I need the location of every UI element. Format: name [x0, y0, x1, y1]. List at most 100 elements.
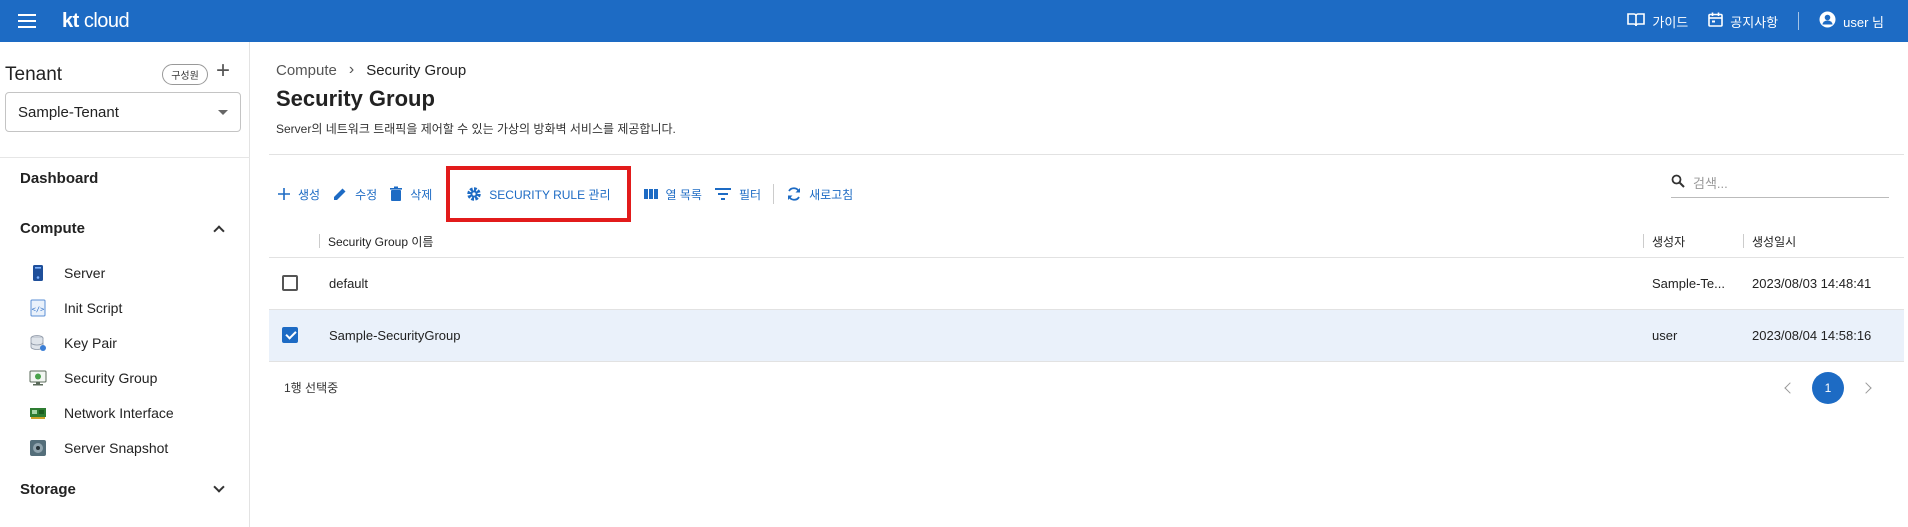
column-header-label: 생성일시 — [1752, 234, 1797, 249]
column-header-label: 생성자 — [1652, 234, 1686, 249]
sidebar-section-storage[interactable]: Storage — [20, 481, 76, 498]
sidebar-section-compute[interactable]: Compute — [20, 220, 85, 237]
cell-name: Sample-SecurityGroup — [329, 328, 461, 343]
header-divider — [1798, 12, 1800, 30]
cell-created: 2023/08/03 14:48:41 — [1752, 276, 1872, 291]
cell-created: 2023/08/04 14:58:16 — [1752, 328, 1872, 343]
chevron-down-icon[interactable] — [213, 481, 225, 493]
pagination: 1 — [1784, 372, 1872, 404]
table-row[interactable]: Sample-SecurityGroup user 2023/08/04 14:… — [269, 310, 1904, 362]
tenant-title: Tenant — [5, 64, 63, 85]
page-number-button[interactable]: 1 — [1812, 372, 1844, 404]
column-header-creator[interactable]: 생성자 — [1643, 233, 1685, 249]
main-content: Compute › Security Group Security Group … — [251, 42, 1908, 527]
column-header-name[interactable]: Security Group 이름 — [319, 233, 433, 249]
dropdown-caret-icon — [218, 110, 228, 115]
cell-name: default — [329, 276, 369, 291]
script-icon: </> — [28, 299, 48, 317]
cell-creator: user — [1652, 328, 1678, 343]
security-group-table: Security Group 이름 생성자 생성일시 default Sampl… — [269, 226, 1904, 362]
notice-label: 공지사항 — [1730, 14, 1779, 30]
pencil-icon — [332, 186, 348, 202]
account-circle-icon — [1819, 11, 1836, 31]
table-header: Security Group 이름 생성자 생성일시 — [269, 226, 1904, 258]
toolbar: 생성 수정 삭제 SECURITY RULE 관리 열 목록 필터 새로고침 — [271, 166, 859, 222]
sidebar-item-label: Server — [64, 265, 106, 281]
security-rule-label: SECURITY RULE 관리 — [489, 187, 611, 202]
sidebar-item-label: Server Snapshot — [64, 440, 169, 456]
key-pair-icon — [28, 334, 48, 352]
hamburger-menu-icon[interactable] — [18, 12, 42, 30]
chevron-right-icon: › — [348, 61, 355, 78]
refresh-label: 새로고침 — [809, 187, 854, 202]
row-checkbox-checked[interactable] — [282, 327, 298, 343]
toolbar-divider — [773, 184, 775, 204]
add-tenant-icon[interactable]: + — [216, 59, 230, 83]
trash-icon — [389, 186, 403, 202]
column-header-label: Security Group 이름 — [328, 234, 434, 249]
refresh-button[interactable]: 새로고침 — [780, 178, 859, 210]
table-row[interactable]: default Sample-Te... 2023/08/03 14:48:41 — [269, 258, 1904, 310]
sidebar: Tenant 구성원 + Sample-Tenant Dashboard Com… — [0, 42, 250, 527]
gear-icon — [466, 186, 482, 202]
chevron-up-icon[interactable] — [213, 225, 225, 237]
columns-button[interactable]: 열 목록 — [637, 178, 708, 210]
kt-cloud-logo[interactable]: kt cloud — [62, 9, 130, 33]
edit-label: 수정 — [355, 187, 378, 202]
filter-icon — [714, 187, 732, 201]
column-header-created[interactable]: 생성일시 — [1743, 233, 1796, 249]
search-input[interactable] — [1693, 176, 1873, 191]
security-group-icon — [28, 369, 48, 387]
sidebar-divider — [0, 157, 250, 158]
calendar-icon — [1708, 12, 1724, 30]
plus-icon — [277, 187, 291, 201]
user-menu[interactable]: user 님 — [1819, 11, 1884, 31]
sidebar-item-label: Network Interface — [64, 405, 174, 421]
sidebar-item-key-pair[interactable]: Key Pair — [28, 330, 238, 356]
sidebar-item-dashboard[interactable]: Dashboard — [20, 170, 98, 187]
book-icon — [1627, 12, 1646, 30]
security-rule-highlight-box: SECURITY RULE 관리 — [446, 166, 631, 222]
selection-count: 1행 선택중 — [284, 381, 339, 395]
logo-kt: kt — [62, 9, 79, 32]
guide-link[interactable]: 가이드 — [1627, 12, 1688, 31]
search-box — [1671, 170, 1889, 198]
sidebar-item-init-script[interactable]: </> Init Script — [28, 295, 238, 321]
refresh-icon — [786, 186, 802, 202]
page-title: Security Group — [276, 86, 435, 111]
breadcrumb: Compute › Security Group — [276, 61, 466, 79]
page-description: Server의 네트워크 트래픽을 제어할 수 있는 가상의 방화벽 서비스를 … — [276, 122, 676, 136]
edit-button[interactable]: 수정 — [326, 178, 383, 210]
cell-creator: Sample-Te... — [1652, 276, 1725, 291]
snapshot-icon — [28, 439, 48, 457]
delete-button[interactable]: 삭제 — [383, 178, 438, 210]
sidebar-item-server[interactable]: Server — [28, 260, 238, 286]
sidebar-item-security-group[interactable]: Security Group — [28, 365, 238, 391]
delete-label: 삭제 — [410, 187, 433, 202]
guide-label: 가이드 — [1652, 14, 1689, 30]
filter-label: 필터 — [738, 187, 762, 202]
sidebar-item-label: Security Group — [64, 370, 158, 386]
header-divider-line — [269, 154, 1904, 155]
top-app-bar: kt cloud 가이드 공지사항 user 님 — [0, 0, 1908, 42]
breadcrumb-security-group: Security Group — [366, 61, 467, 79]
user-name: user 님 — [1843, 14, 1884, 30]
sidebar-item-network-interface[interactable]: Network Interface — [28, 400, 238, 426]
logo-cloud: cloud — [83, 9, 130, 32]
security-rule-manage-button[interactable]: SECURITY RULE 관리 — [460, 178, 616, 210]
tenant-select[interactable]: Sample-Tenant — [5, 92, 241, 132]
chevron-right-page-icon[interactable] — [1860, 382, 1872, 394]
row-checkbox[interactable] — [282, 275, 298, 291]
sidebar-item-server-snapshot[interactable]: Server Snapshot — [28, 435, 238, 461]
tenant-selected-value: Sample-Tenant — [18, 103, 119, 121]
chevron-left-icon[interactable] — [1784, 382, 1796, 394]
breadcrumb-compute[interactable]: Compute — [276, 62, 337, 79]
svg-text:</>: </> — [32, 306, 45, 314]
notice-link[interactable]: 공지사항 — [1708, 12, 1778, 31]
member-button[interactable]: 구성원 — [162, 64, 208, 85]
network-interface-icon — [28, 404, 48, 422]
sidebar-item-label: Key Pair — [64, 335, 117, 351]
create-label: 생성 — [298, 187, 321, 202]
create-button[interactable]: 생성 — [271, 178, 326, 210]
filter-button[interactable]: 필터 — [708, 178, 767, 210]
